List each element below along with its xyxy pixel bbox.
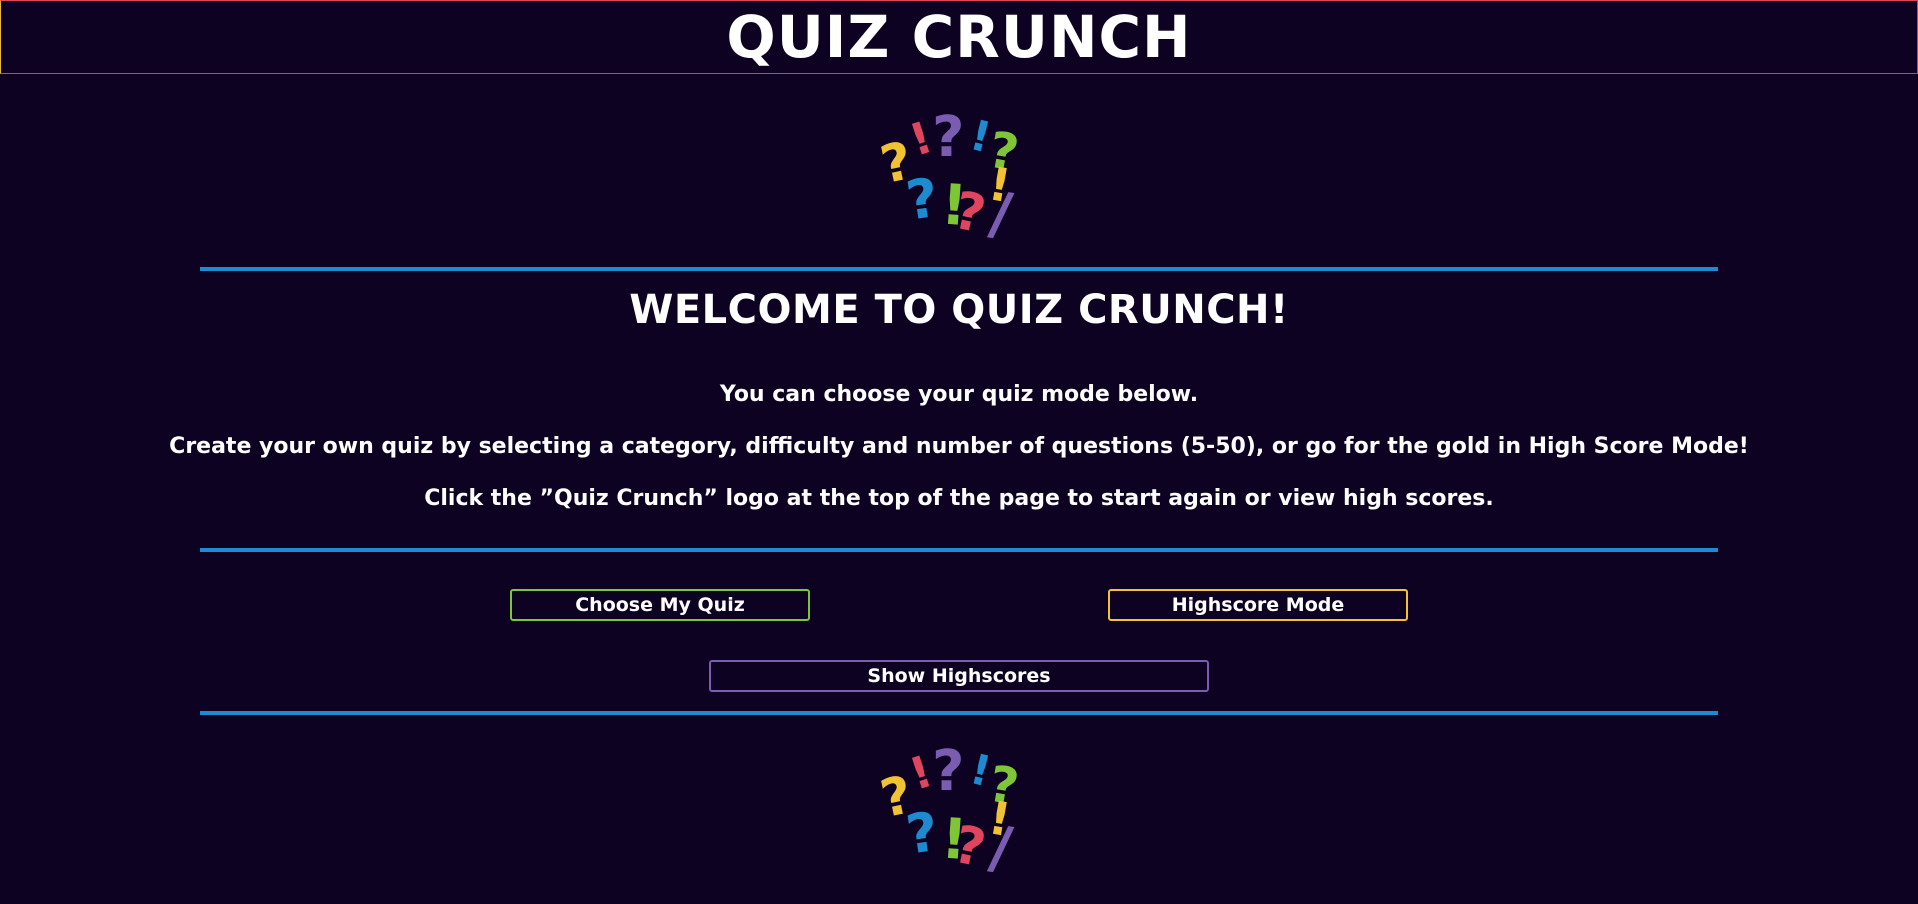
site-title-link[interactable]: QUIZ CRUNCH: [1, 5, 1917, 69]
intro-text: Create your own quiz by selecting a cate…: [169, 434, 1749, 459]
choose-my-quiz-button[interactable]: Choose My Quiz: [510, 589, 810, 621]
site-header: QUIZ CRUNCH: [0, 0, 1918, 74]
logo-glyph: ?: [932, 106, 964, 170]
question-marks-logo-icon: ? ! ? ! ? ? ! ? ! /: [876, 105, 1023, 249]
logo-glyph: ?: [902, 800, 942, 867]
page: QUIZ CRUNCH ? ! ? ! ? ? ! ? ! / WELCOME …: [0, 0, 1918, 904]
highscore-mode-button[interactable]: Highscore Mode: [1108, 589, 1408, 621]
divider-rule: [200, 548, 1718, 552]
show-highscores-button[interactable]: Show Highscores: [709, 660, 1209, 692]
question-marks-logo-icon: ? ! ? ! ? ? ! ? ! /: [876, 739, 1023, 883]
divider-rule: [200, 711, 1718, 715]
logo-glyph: ?: [902, 166, 942, 233]
divider-rule: [200, 267, 1718, 271]
question-marks-logo-top: ? ! ? ! ? ? ! ? ! /: [876, 105, 1038, 249]
logo-glyph: ?: [932, 740, 964, 804]
intro-text: Click the ”Quiz Crunch” logo at the top …: [424, 486, 1494, 511]
intro-text: You can choose your quiz mode below.: [719, 382, 1199, 407]
welcome-heading: WELCOME TO QUIZ CRUNCH!: [629, 287, 1289, 333]
question-marks-logo-bottom: ? ! ? ! ? ? ! ? ! /: [876, 739, 1038, 883]
